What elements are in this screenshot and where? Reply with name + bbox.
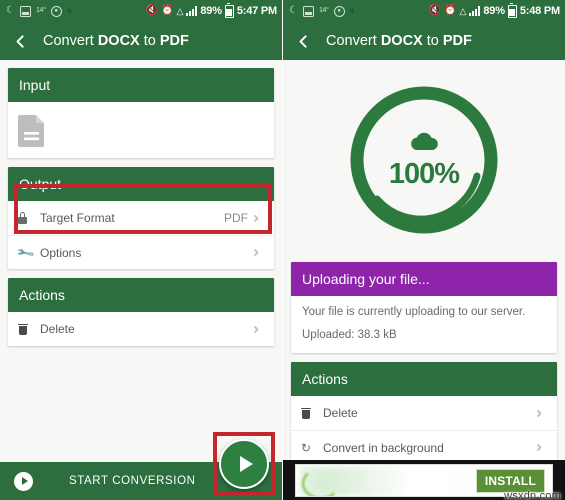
start-conversion-label: START CONVERSION: [69, 475, 196, 487]
mute-icon: 🔇: [145, 5, 159, 16]
row-delete-label: Delete: [40, 322, 75, 336]
do-not-disturb-icon: ●: [50, 5, 62, 17]
title-prefix: Convert: [43, 33, 98, 49]
left-content: Input Output Target Format PDF 🔧 Options…: [0, 60, 282, 363]
page-title-right: Convert DOCX to PDF: [326, 33, 472, 49]
row-delete[interactable]: Delete: [8, 312, 274, 346]
row-delete-label: Delete: [323, 406, 358, 420]
row-options-label: Options: [40, 245, 82, 260]
alarm-icon: ⏰: [161, 5, 174, 16]
row-options[interactable]: 🔧 Options: [8, 235, 274, 269]
status-bar-right-icons: 🔇 ⏰ △ 89% 5:48 PM: [428, 2, 560, 18]
alarm-icon: ⏰: [444, 5, 457, 16]
title-source-format: DOCX: [380, 33, 423, 49]
clock-label: 5:48 PM: [519, 5, 560, 17]
play-icon: [240, 456, 253, 472]
mute-icon: 🔇: [428, 5, 442, 16]
right-content: Uploading your file... Your file is curr…: [283, 260, 565, 481]
right-phone-screen: ☾ 14° ● ♦ 🔇 ⏰ △ 89% 5:48 PM Convert DOCX…: [283, 0, 565, 500]
title-middle: to: [422, 33, 443, 49]
row-convert-in-background[interactable]: ↻ Convert in background: [291, 430, 557, 464]
actions-card-header-right: Actions: [291, 362, 557, 396]
start-conversion-fab[interactable]: [219, 439, 269, 489]
row-target-format-label: Target Format: [40, 211, 115, 225]
wrench-icon: 🔧: [15, 242, 36, 263]
clock-label: 5:47 PM: [236, 5, 277, 17]
back-arrow-icon[interactable]: [9, 31, 29, 51]
title-target-format: PDF: [159, 33, 189, 49]
signal-icon: [186, 6, 198, 16]
status-bar-left-icons: ☾ 14° ● ♦: [6, 5, 73, 17]
upload-status-body: Your file is currently uploading to our …: [291, 296, 557, 353]
upload-progress-ring: 100%: [283, 60, 565, 260]
ad-banner[interactable]: INSTALL wsxdn.com: [283, 460, 565, 500]
pane-divider: [282, 0, 283, 500]
trash-icon: [18, 323, 40, 335]
chevron-right-icon: [538, 443, 547, 452]
wifi-icon: △: [176, 6, 184, 16]
title-prefix: Convert: [326, 33, 381, 49]
app-bar-right: Convert DOCX to PDF: [283, 22, 565, 60]
flame-icon: ♦: [349, 5, 356, 17]
temperature-icon: 14°: [35, 7, 46, 14]
left-phone-screen: ☾ 14° ● ♦ 🔇 ⏰ △ 89% 5:47 PM Convert DOCX…: [0, 0, 282, 500]
row-target-format[interactable]: Target Format PDF: [8, 201, 274, 235]
battery-icon: [224, 2, 234, 18]
signal-icon: [469, 6, 481, 16]
upload-status-line1: Your file is currently uploading to our …: [302, 306, 526, 318]
upload-status-header: Uploading your file...: [291, 262, 557, 296]
status-bar-right: ☾ 14° ● ♦ 🔇 ⏰ △ 89% 5:48 PM: [283, 0, 565, 22]
screenshot-stage: ☾ 14° ● ♦ 🔇 ⏰ △ 89% 5:47 PM Convert DOCX…: [0, 0, 565, 500]
chevron-right-icon: [255, 325, 264, 334]
moon-icon: ☾: [6, 5, 15, 16]
upload-status-line2: Uploaded: 38.3 kB: [302, 329, 397, 341]
status-bar-right-icons: 🔇 ⏰ △ 89% 5:47 PM: [145, 2, 277, 18]
document-icon: [18, 113, 46, 147]
lock-icon: [18, 212, 40, 224]
battery-percent-label: 89%: [200, 5, 222, 17]
moon-icon: ☾: [289, 5, 298, 16]
page-title-left: Convert DOCX to PDF: [43, 33, 189, 49]
ad-logo-icon: [302, 467, 340, 496]
status-bar-left-icons: ☾ 14° ● ♦: [289, 5, 356, 17]
battery-percent-label: 89%: [483, 5, 505, 17]
chevron-right-icon: [255, 248, 264, 257]
title-middle: to: [139, 33, 160, 49]
input-card-header: Input: [8, 68, 274, 102]
chevron-right-icon: [538, 409, 547, 418]
watermark-label: wsxdn.com: [504, 490, 561, 500]
title-target-format: PDF: [442, 33, 472, 49]
actions-card-header-left: Actions: [8, 278, 274, 312]
row-target-format-value: PDF: [224, 211, 248, 225]
output-card-header: Output: [8, 167, 274, 201]
temperature-icon: 14°: [318, 7, 329, 14]
title-source-format: DOCX: [97, 33, 140, 49]
input-file-row[interactable]: [8, 102, 274, 158]
upload-status-card: Uploading your file... Your file is curr…: [291, 262, 557, 353]
screenshot-icon: [302, 5, 314, 17]
flame-icon: ♦: [66, 5, 73, 17]
play-icon: [14, 471, 33, 491]
status-bar-left: ☾ 14° ● ♦ 🔇 ⏰ △ 89% 5:47 PM: [0, 0, 282, 22]
chevron-right-icon: [255, 214, 264, 223]
install-button[interactable]: INSTALL: [475, 468, 545, 493]
screenshot-icon: [19, 5, 31, 17]
row-convert-in-background-label: Convert in background: [323, 440, 444, 455]
input-card: Input: [8, 68, 274, 158]
progress-ring-svg: [350, 86, 498, 234]
wifi-icon: △: [459, 6, 467, 16]
output-card: Output Target Format PDF 🔧 Options: [8, 167, 274, 269]
do-not-disturb-icon: ●: [333, 5, 345, 17]
input-filename-redacted: [58, 113, 264, 147]
battery-icon: [507, 2, 517, 18]
app-bar-left: Convert DOCX to PDF: [0, 22, 282, 60]
row-delete[interactable]: Delete: [291, 396, 557, 430]
actions-card-right: Actions Delete ↻ Convert in background: [291, 362, 557, 464]
refresh-icon: ↻: [301, 440, 312, 455]
back-arrow-icon[interactable]: [292, 31, 312, 51]
trash-icon: [301, 407, 323, 419]
actions-card-left: Actions Delete: [8, 278, 274, 346]
